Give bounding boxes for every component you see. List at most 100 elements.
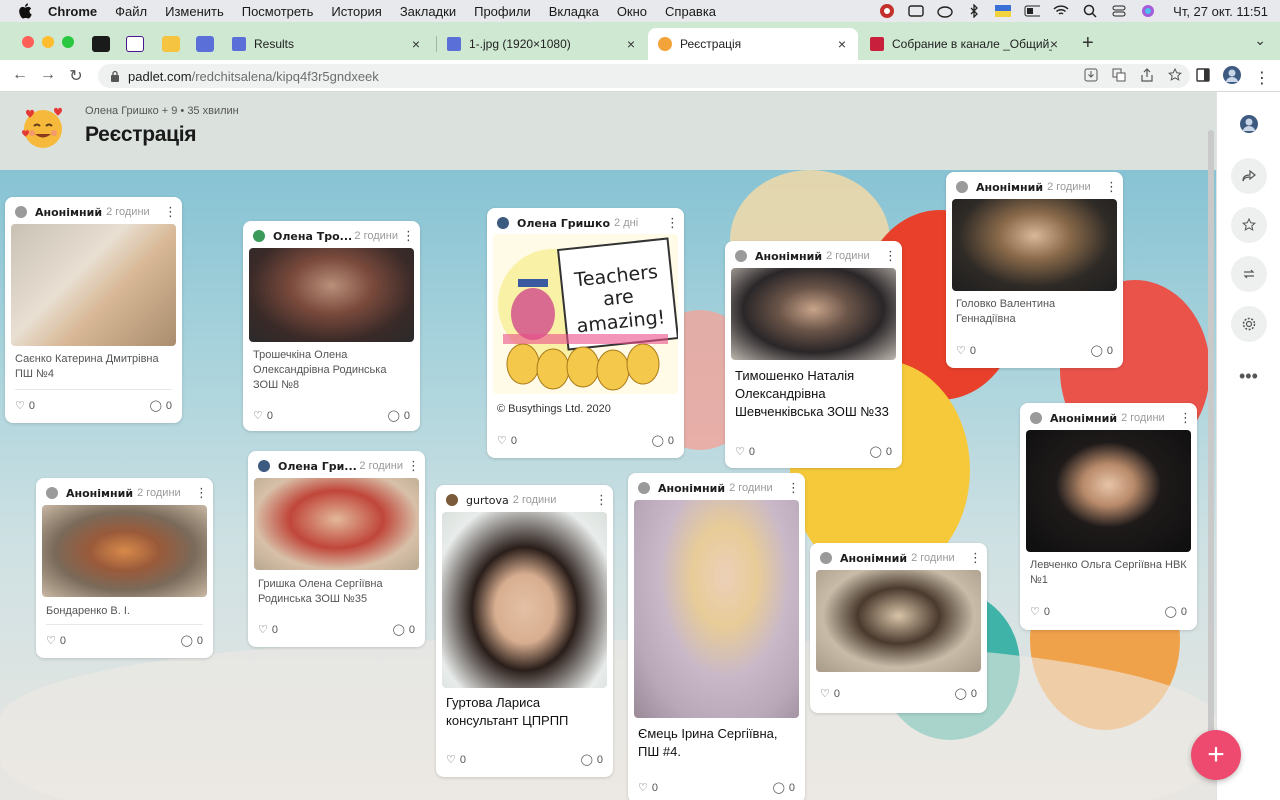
address-bar[interactable]: padlet.com/redchitsalena/kipq4f3r5gndxee… [98, 64, 1190, 88]
bluetooth-icon[interactable] [966, 4, 982, 18]
keyboard-layout-flag-icon[interactable] [995, 4, 1012, 18]
post-card[interactable]: Анонімний 2 години ⋮ Левченко Ольга Серг… [1020, 403, 1197, 630]
star-icon[interactable] [1168, 67, 1182, 82]
more-icon[interactable]: ••• [1239, 366, 1258, 387]
post-menu-icon[interactable]: ⋮ [595, 492, 608, 508]
post-menu-icon[interactable]: ⋮ [969, 550, 982, 566]
control-center-icon[interactable] [1111, 4, 1127, 18]
chart-tab-icon[interactable] [196, 36, 214, 52]
post-like-button[interactable]: ♡ 0 [253, 409, 273, 423]
post-comment-button[interactable]: ◯ 0 [150, 399, 172, 413]
close-icon[interactable]: × [623, 36, 639, 52]
post-card[interactable]: Олена Тро... 2 години ⋮ Трошечкіна Олена… [243, 221, 420, 431]
search-icon[interactable] [1082, 4, 1098, 18]
post-menu-icon[interactable]: ⋮ [407, 458, 420, 474]
new-tab-plus-icon[interactable]: + [1082, 32, 1094, 55]
post-menu-icon[interactable]: ⋮ [402, 228, 415, 244]
post-comment-button[interactable]: ◯ 0 [870, 445, 892, 459]
page-scrollbar[interactable] [1208, 130, 1214, 750]
post-photo[interactable] [42, 505, 207, 597]
post-comment-button[interactable]: ◯ 0 [1091, 344, 1113, 358]
tab-teams-meeting[interactable]: Собрание в канале _Общий_ × [860, 28, 1070, 60]
menubar-clock[interactable]: Чт, 27 окт. 11:51 [1173, 4, 1268, 19]
close-icon[interactable]: × [834, 36, 850, 52]
post-like-button[interactable]: ♡ 0 [258, 623, 278, 637]
post-like-button[interactable]: ♡ 0 [497, 434, 517, 448]
post-card[interactable]: Анонімний 2 години ⋮ Тимошенко Наталія О… [725, 241, 902, 468]
post-menu-icon[interactable]: ⋮ [884, 248, 897, 264]
post-photo[interactable] [731, 268, 896, 360]
back-arrow-icon[interactable]: ← [10, 66, 30, 84]
translate-icon[interactable] [1112, 68, 1126, 82]
post-photo[interactable] [952, 199, 1117, 291]
close-icon[interactable]: × [408, 36, 424, 52]
post-like-button[interactable]: ♡ 0 [15, 399, 35, 413]
menu-help[interactable]: Справка [665, 4, 716, 19]
post-like-button[interactable]: ♡ 0 [956, 344, 976, 358]
status-app-icon[interactable] [879, 4, 895, 18]
post-photo[interactable] [442, 512, 607, 688]
battery-icon[interactable] [1024, 4, 1041, 18]
slides-tab-icon[interactable] [162, 36, 180, 52]
post-card[interactable]: Анонімний 2 години ⋮ Бондаренко В. І. ♡ 0… [36, 478, 213, 658]
post-card[interactable]: Олена Гришко 2 дні ⋮ Teachers are amazin… [487, 208, 684, 458]
post-comment-button[interactable]: ◯ 0 [388, 409, 410, 423]
post-comment-button[interactable]: ◯ 0 [393, 623, 415, 637]
creative-cloud-icon[interactable] [937, 4, 953, 18]
menu-bookmarks[interactable]: Закладки [400, 4, 456, 19]
zoom-window-button[interactable] [62, 36, 74, 48]
post-card[interactable]: Анонімний 2 години ⋮ Головко Валентина Г… [946, 172, 1123, 368]
apple-icon[interactable] [18, 3, 32, 19]
remake-button[interactable] [1231, 256, 1267, 292]
tab-results[interactable]: Results × [222, 28, 432, 60]
kebab-menu-icon[interactable]: ⋮ [1254, 68, 1270, 88]
settings-button[interactable] [1231, 306, 1267, 342]
post-comment-button[interactable]: ◯ 0 [773, 781, 795, 795]
post-menu-icon[interactable]: ⋮ [164, 204, 177, 220]
bookmark-button[interactable] [1231, 207, 1267, 243]
post-photo[interactable] [249, 248, 414, 342]
post-comment-button[interactable]: ◯ 0 [1165, 605, 1187, 619]
add-post-button[interactable]: + [1191, 730, 1241, 780]
post-photo[interactable] [11, 224, 176, 346]
post-photo[interactable] [254, 478, 419, 570]
forward-arrow-icon[interactable]: → [38, 66, 58, 84]
menu-edit[interactable]: Изменить [165, 4, 224, 19]
menu-tab[interactable]: Вкладка [549, 4, 599, 19]
share-icon[interactable] [1140, 68, 1154, 82]
post-card[interactable]: Олена Гри... 2 години ⋮ Гришка Олена Сер… [248, 451, 425, 647]
menu-file[interactable]: Файл [115, 4, 147, 19]
kahoot-tab-icon[interactable] [126, 36, 144, 52]
close-window-button[interactable] [22, 36, 34, 48]
reload-icon[interactable]: ↻ [66, 66, 86, 86]
post-photo[interactable] [634, 500, 799, 718]
menu-profiles[interactable]: Профили [474, 4, 531, 19]
menu-view[interactable]: Посмотреть [242, 4, 314, 19]
post-card[interactable]: Анонімний 2 години ⋮ ♡ 0 ◯ 0 [810, 543, 987, 713]
post-illustration[interactable]: Teachers are amazing! [493, 234, 680, 394]
menu-window[interactable]: Окно [617, 4, 647, 19]
post-menu-icon[interactable]: ⋮ [787, 480, 800, 496]
menu-app-name[interactable]: Chrome [48, 4, 97, 19]
post-card[interactable]: Анонімний 2 години ⋮ Ємець Ірина Сергіїв… [628, 473, 805, 800]
avatar[interactable] [1239, 114, 1259, 139]
post-photo[interactable] [816, 570, 981, 672]
post-photo[interactable] [1026, 430, 1191, 552]
post-like-button[interactable]: ♡ 0 [46, 634, 66, 648]
siri-icon[interactable] [1140, 4, 1156, 18]
profile-avatar[interactable] [1222, 65, 1242, 90]
pinned-tab-icon[interactable] [92, 36, 110, 52]
tab-image[interactable]: 1-.jpg (1920×1080) × [437, 28, 647, 60]
share-button[interactable] [1231, 158, 1267, 194]
post-card[interactable]: Анонімний 2 години ⋮ Саєнко Катерина Дми… [5, 197, 182, 423]
wifi-icon[interactable] [1053, 4, 1069, 18]
post-like-button[interactable]: ♡ 0 [735, 445, 755, 459]
post-card[interactable]: gurtova 2 години ⋮ Гуртова Лариса консул… [436, 485, 613, 777]
minimize-window-button[interactable] [42, 36, 54, 48]
post-like-button[interactable]: ♡ 0 [638, 781, 658, 795]
menu-history[interactable]: История [331, 4, 381, 19]
install-app-icon[interactable] [1084, 68, 1098, 82]
post-menu-icon[interactable]: ⋮ [1105, 179, 1118, 195]
tab-registration[interactable]: Реєстрація × [648, 28, 858, 60]
screen-icon[interactable] [908, 4, 924, 18]
